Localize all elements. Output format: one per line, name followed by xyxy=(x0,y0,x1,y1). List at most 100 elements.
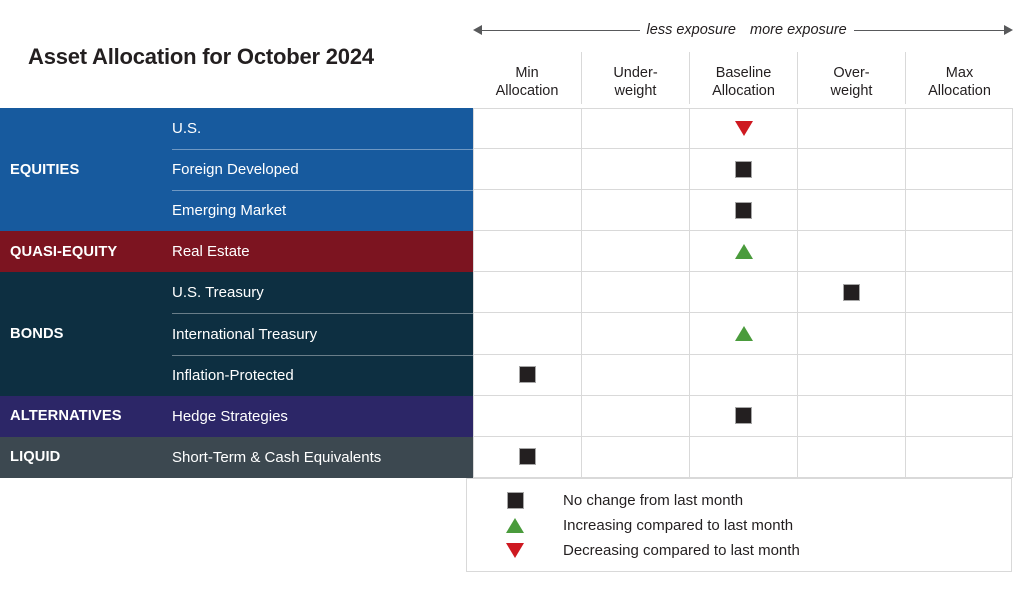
allocation-cell xyxy=(581,149,689,191)
marker-increasing-icon xyxy=(506,518,524,533)
allocation-cell xyxy=(581,395,689,437)
category-cell-bonds: BONDS xyxy=(0,313,166,355)
column-header-line1: Min xyxy=(515,64,539,81)
asset-name-cell: U.S. Treasury xyxy=(166,272,473,314)
allocation-cell xyxy=(797,149,905,191)
column-header-5: Max Allocation xyxy=(905,52,1013,104)
allocation-cell xyxy=(689,354,797,396)
allocation-cell xyxy=(473,108,581,150)
arrow-line-left xyxy=(482,29,640,31)
table-row: U.S. xyxy=(0,108,1013,150)
allocation-cell xyxy=(797,108,905,150)
legend: No change from last month Increasing comp… xyxy=(466,478,1012,572)
legend-item: Decreasing compared to last month xyxy=(467,538,1011,563)
asset-name-cell: Hedge Strategies xyxy=(166,395,473,437)
category-cell-bonds xyxy=(0,272,166,314)
category-cell-liquid: LIQUID xyxy=(0,436,166,478)
allocation-cell xyxy=(473,149,581,191)
asset-name-label: Foreign Developed xyxy=(172,161,299,179)
legend-marker xyxy=(467,518,563,533)
allocation-cell xyxy=(905,313,1013,355)
arrow-left-icon xyxy=(473,25,482,35)
category-cell-equities xyxy=(0,190,166,232)
allocation-cell xyxy=(581,190,689,232)
allocation-cell xyxy=(689,190,797,232)
allocation-cell xyxy=(797,231,905,273)
category-cell-bonds xyxy=(0,354,166,396)
allocation-cell xyxy=(797,354,905,396)
column-header-2: Under-weight xyxy=(581,52,689,104)
allocation-cell xyxy=(473,231,581,273)
asset-name-label: International Treasury xyxy=(172,325,318,343)
column-header-line2: Allocation xyxy=(712,83,775,100)
allocation-cell xyxy=(797,313,905,355)
legend-marker xyxy=(467,492,563,509)
legend-label: Increasing compared to last month xyxy=(563,517,794,534)
table-row: QUASI-EQUITY Real Estate xyxy=(0,231,1013,273)
category-label: LIQUID xyxy=(10,449,61,466)
marker-no-change-icon xyxy=(506,492,524,509)
category-label: EQUITIES xyxy=(10,161,80,178)
marker-no-change-icon xyxy=(735,160,752,178)
asset-name-label: Short-Term & Cash Equivalents xyxy=(172,448,382,466)
allocation-cell xyxy=(473,436,581,478)
allocation-cell xyxy=(581,436,689,478)
allocation-cell xyxy=(689,436,797,478)
asset-name-label: Inflation-Protected xyxy=(172,366,294,384)
legend-item: Increasing compared to last month xyxy=(467,513,1011,538)
allocation-cell xyxy=(581,231,689,273)
allocation-cell xyxy=(905,272,1013,314)
asset-name-label: Hedge Strategies xyxy=(172,407,288,425)
column-header-3: Baseline Allocation xyxy=(689,52,797,104)
marker-increasing-icon xyxy=(734,326,753,342)
column-header-line2: weight xyxy=(830,83,873,100)
column-header-line1: Over- xyxy=(833,64,870,81)
allocation-cell xyxy=(473,395,581,437)
asset-name-label: Real Estate xyxy=(172,243,250,261)
allocation-cell xyxy=(581,354,689,396)
allocation-cell xyxy=(905,354,1013,396)
category-label: ALTERNATIVES xyxy=(10,408,122,425)
exposure-scale: less exposure more exposure xyxy=(473,18,1013,42)
legend-label: Decreasing compared to last month xyxy=(563,542,800,559)
column-header-line2: Allocation xyxy=(495,83,559,100)
category-cell-equities xyxy=(0,108,166,150)
marker-no-change-icon xyxy=(843,283,860,301)
less-exposure-arrow: less exposure xyxy=(473,18,743,42)
marker-no-change-icon xyxy=(735,201,752,219)
table-row: Inflation-Protected xyxy=(0,354,1013,396)
arrow-right-icon xyxy=(1004,25,1013,35)
marker-increasing-icon xyxy=(734,243,753,259)
asset-name-cell: U.S. xyxy=(166,108,473,150)
allocation-matrix: U.S. EQUITIES Foreign Developed Emerging Ma… xyxy=(0,108,1013,478)
allocation-cell xyxy=(689,313,797,355)
asset-name-cell: Foreign Developed xyxy=(166,149,473,191)
allocation-cell xyxy=(689,272,797,314)
allocation-cell xyxy=(689,231,797,273)
allocation-cell xyxy=(473,190,581,232)
column-header-1: Min Allocation xyxy=(473,52,581,104)
allocation-cell xyxy=(905,190,1013,232)
table-row: LIQUID Short-Term & Cash Equivalents xyxy=(0,436,1013,478)
marker-no-change-icon xyxy=(519,448,536,466)
legend-label: No change from last month xyxy=(563,492,744,509)
allocation-cell xyxy=(581,272,689,314)
allocation-cell xyxy=(905,231,1013,273)
asset-name-cell: Short-Term & Cash Equivalents xyxy=(166,436,473,478)
page-title: Asset Allocation for October 2024 xyxy=(28,44,374,69)
table-row: BONDS International Treasury xyxy=(0,313,1013,355)
arrow-line-right xyxy=(853,29,1004,31)
table-row: ALTERNATIVES Hedge Strategies xyxy=(0,395,1013,437)
category-label: QUASI-EQUITY xyxy=(10,243,118,260)
more-exposure-arrow: more exposure xyxy=(743,18,1013,42)
column-header-line1: Max xyxy=(945,64,974,81)
asset-name-cell: Emerging Market xyxy=(166,190,473,232)
allocation-cell xyxy=(797,436,905,478)
allocation-cell xyxy=(689,149,797,191)
allocation-cell xyxy=(581,313,689,355)
table-row: U.S. Treasury xyxy=(0,272,1013,314)
category-cell-alternatives: ALTERNATIVES xyxy=(0,395,166,437)
allocation-cell xyxy=(473,313,581,355)
allocation-cell xyxy=(473,354,581,396)
allocation-cell xyxy=(581,108,689,150)
